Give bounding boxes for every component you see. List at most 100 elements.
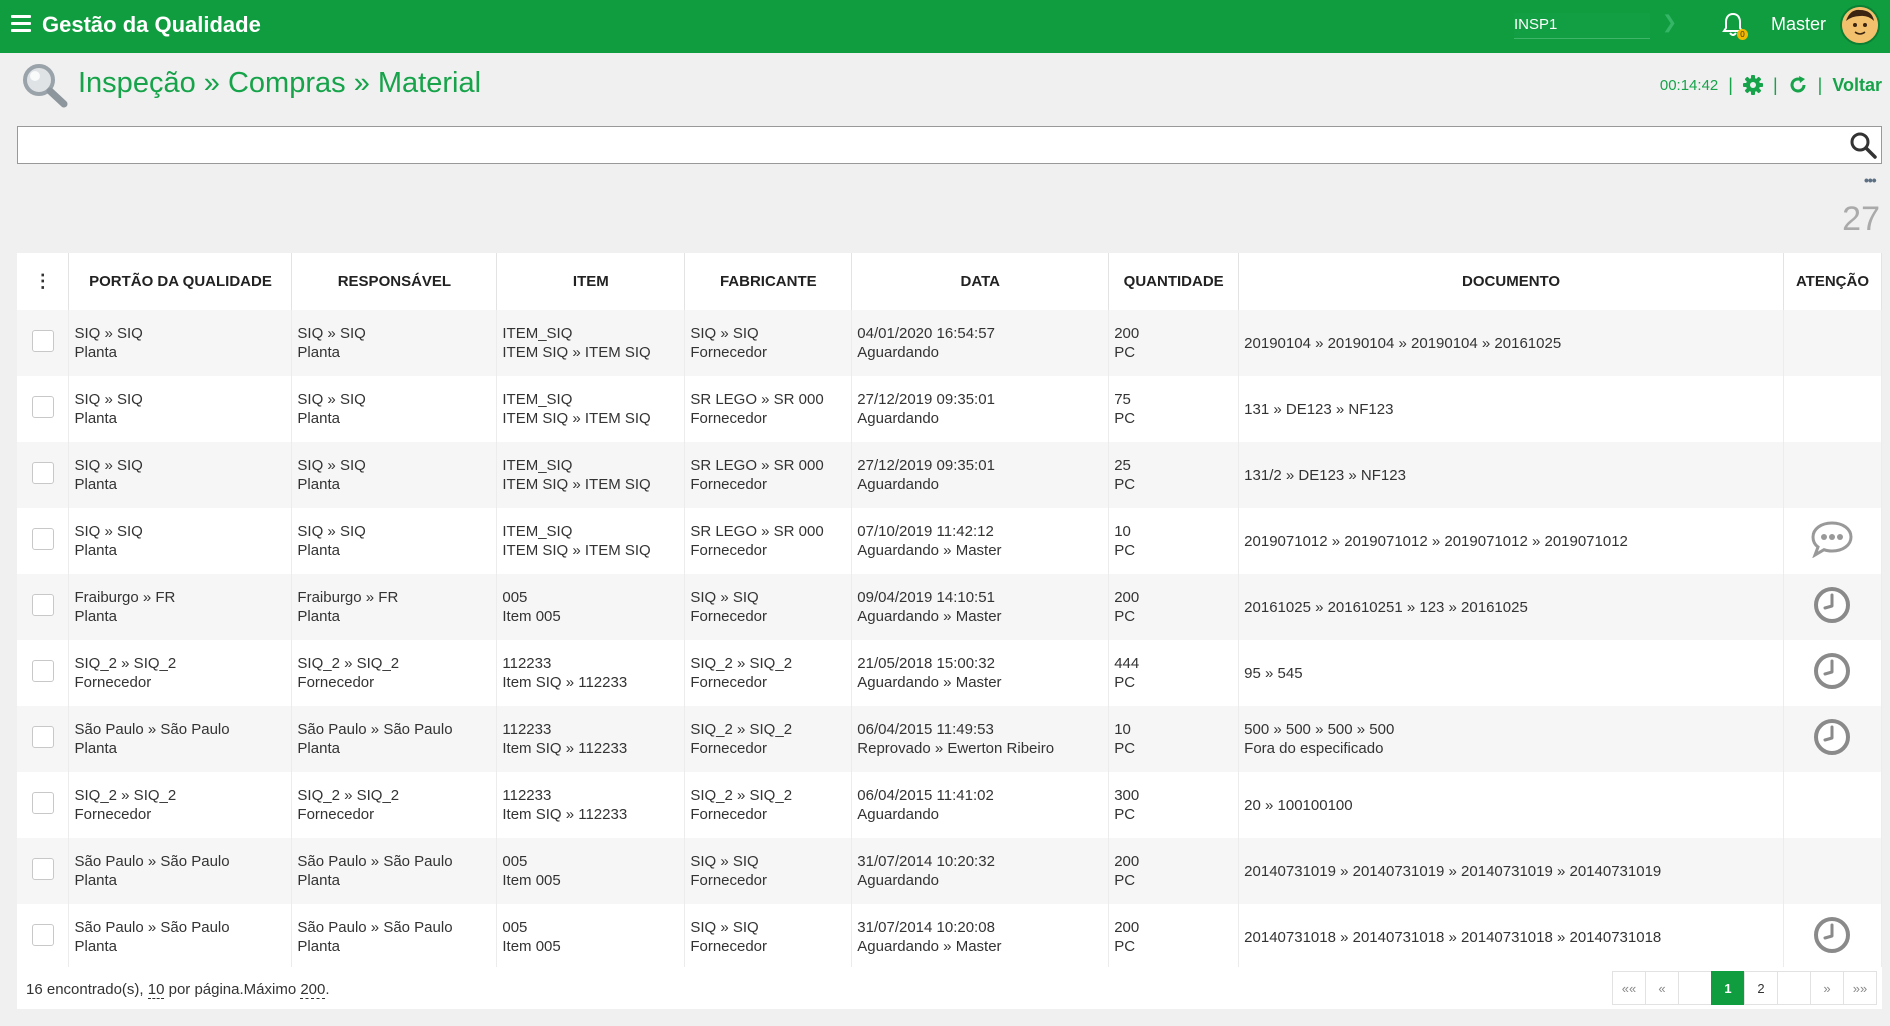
cell-data-line: 27/12/2019 09:35:01 xyxy=(857,391,995,408)
max-results-selector[interactable]: 200 xyxy=(300,981,326,999)
cell-data-line: Aguardando xyxy=(857,476,940,493)
cell-portao-line: Fornecedor xyxy=(74,806,152,823)
cell-portao-line: Planta xyxy=(74,476,118,493)
cell-quantidade-line: PC xyxy=(1114,476,1136,493)
column-menu-icon[interactable]: ⋮ xyxy=(17,253,70,310)
breadcrumb-item-inspecao[interactable]: Inspeção xyxy=(78,67,196,99)
notification-bell-icon[interactable]: 0 xyxy=(1722,12,1748,40)
cell-portao: SIQ_2 » SIQ_2 Fornecedor xyxy=(68,640,293,706)
clock-icon[interactable] xyxy=(1813,652,1851,694)
table-row[interactable]: SIQ » SIQ Planta SIQ » SIQ Planta ITEM_SIQ IT… xyxy=(17,376,1883,442)
row-checkbox[interactable] xyxy=(31,329,54,352)
row-checkbox[interactable] xyxy=(31,923,54,946)
column-header-item[interactable]: ITEM xyxy=(496,253,686,310)
cell-portao-line: SIQ » SIQ xyxy=(74,523,143,540)
chevron-right-icon[interactable]: ❯ xyxy=(1662,12,1677,33)
column-header-portao[interactable]: PORTÃO DA QUALIDADE xyxy=(68,253,293,310)
cell-portao: São Paulo » São Paulo Planta xyxy=(68,706,293,772)
cell-documento-line: 2019071012 » 2019071012 » 2019071012 » 2… xyxy=(1244,532,1628,550)
row-checkbox[interactable] xyxy=(31,461,54,484)
cell-data: 06/04/2015 11:41:02 Aguardando xyxy=(851,772,1110,838)
page-1-button[interactable]: 1 xyxy=(1711,971,1745,1005)
row-select-cell xyxy=(17,640,70,706)
chat-icon[interactable] xyxy=(1810,520,1854,562)
more-options-icon[interactable]: ••• xyxy=(1864,172,1877,188)
breadcrumb-item-compras[interactable]: Compras xyxy=(228,67,346,99)
avatar[interactable] xyxy=(1840,5,1880,45)
cell-data: 27/12/2019 09:35:01 Aguardando xyxy=(851,376,1110,442)
clock-icon[interactable] xyxy=(1813,916,1851,958)
clock-icon[interactable] xyxy=(1813,586,1851,628)
hamburger-menu-icon[interactable] xyxy=(11,15,31,35)
clock-icon[interactable] xyxy=(1813,718,1851,760)
cell-fabricante-line: Fornecedor xyxy=(690,542,768,559)
page-next-button[interactable]: » xyxy=(1810,971,1844,1005)
cell-quantidade: 200 PC xyxy=(1108,904,1240,970)
cell-portao: SIQ » SIQ Planta xyxy=(68,376,293,442)
cell-portao: SIQ_2 » SIQ_2 Fornecedor xyxy=(68,772,293,838)
cell-responsavel-line: Planta xyxy=(297,872,340,889)
cell-item-line: 112233 xyxy=(502,721,552,738)
table-row[interactable]: São Paulo » São Paulo Planta São Paulo » S… xyxy=(17,838,1883,904)
per-page-selector[interactable]: 10 xyxy=(147,981,165,999)
column-header-responsavel[interactable]: RESPONSÁVEL xyxy=(291,253,498,310)
row-select-cell xyxy=(17,772,70,838)
table-row[interactable]: Fraiburgo » FR Planta Fraiburgo » FR Planta… xyxy=(17,574,1883,640)
cell-responsavel-line: SIQ_2 » SIQ_2 xyxy=(297,787,400,804)
table-row[interactable]: SIQ » SIQ Planta SIQ » SIQ Planta ITEM_SIQ IT… xyxy=(17,508,1883,574)
row-checkbox[interactable] xyxy=(31,527,54,550)
row-checkbox[interactable] xyxy=(31,791,54,814)
column-header-quantidade[interactable]: QUANTIDADE xyxy=(1108,253,1240,310)
cell-portao-line: SIQ_2 » SIQ_2 xyxy=(74,787,177,804)
cell-responsavel-line: Planta xyxy=(297,476,340,493)
header-tools: 00:14:42 | | | Voltar xyxy=(1660,73,1882,97)
cell-portao-line: Fornecedor xyxy=(74,674,152,691)
page-last-button[interactable]: »» xyxy=(1843,971,1877,1005)
back-link[interactable]: Voltar xyxy=(1832,75,1882,96)
cell-item-line: ITEM_SIQ xyxy=(502,391,573,408)
row-checkbox[interactable] xyxy=(31,659,54,682)
cell-data-line: Aguardando xyxy=(857,410,940,427)
row-checkbox[interactable] xyxy=(31,593,54,616)
pagination: «« « 1 2 » »» xyxy=(1612,971,1877,1005)
search-icon[interactable] xyxy=(1849,131,1877,159)
cell-item-line: Item 005 xyxy=(502,872,561,889)
table-row[interactable]: SIQ » SIQ Planta SIQ » SIQ Planta ITEM_SIQ IT… xyxy=(17,442,1883,508)
page-2-button[interactable]: 2 xyxy=(1744,971,1778,1005)
cell-item-line: ITEM SIQ » ITEM SIQ xyxy=(502,344,651,361)
column-header-atencao[interactable]: ATENÇÃO xyxy=(1783,253,1883,310)
cell-documento-line: 95 » 545 xyxy=(1244,664,1303,682)
cell-atencao xyxy=(1783,904,1883,970)
table-row[interactable]: São Paulo » São Paulo Planta São Paulo » S… xyxy=(17,904,1883,970)
cell-documento-line: 500 » 500 » 500 » 500 xyxy=(1244,721,1395,738)
column-header-fabricante[interactable]: FABRICANTE xyxy=(684,253,853,310)
cell-fabricante: SR LEGO » SR 000 Fornecedor xyxy=(684,442,853,508)
gear-icon[interactable] xyxy=(1742,75,1763,95)
user-name[interactable]: Master xyxy=(1771,14,1826,35)
cell-responsavel-line: São Paulo » São Paulo xyxy=(297,919,453,936)
table-row[interactable]: São Paulo » São Paulo Planta São Paulo » S… xyxy=(17,706,1883,772)
row-select-cell xyxy=(17,376,70,442)
row-checkbox[interactable] xyxy=(31,857,54,880)
column-header-data[interactable]: DATA xyxy=(851,253,1110,310)
row-select-cell xyxy=(17,508,70,574)
page-first-button[interactable]: «« xyxy=(1612,971,1646,1005)
context-selector[interactable]: INSP1 xyxy=(1514,13,1650,39)
table-row[interactable]: SIQ_2 » SIQ_2 Fornecedor SIQ_2 » SIQ_2 Forn… xyxy=(17,772,1883,838)
row-checkbox[interactable] xyxy=(31,395,54,418)
cell-quantidade-line: 300 xyxy=(1114,787,1140,804)
row-checkbox[interactable] xyxy=(31,725,54,748)
search-input[interactable] xyxy=(18,127,1828,163)
magnifier-icon xyxy=(21,62,69,108)
cell-fabricante-line: SR LEGO » SR 000 xyxy=(690,523,824,540)
refresh-icon[interactable] xyxy=(1788,75,1808,95)
table-row[interactable]: SIQ_2 » SIQ_2 Fornecedor SIQ_2 » SIQ_2 Forn… xyxy=(17,640,1883,706)
page-prev-button[interactable]: « xyxy=(1645,971,1679,1005)
cell-fabricante-line: SR LEGO » SR 000 xyxy=(690,457,824,474)
separator: | xyxy=(1817,74,1823,95)
session-timer: 00:14:42 xyxy=(1659,76,1719,94)
column-header-documento[interactable]: DOCUMENTO xyxy=(1238,253,1784,310)
row-select-cell xyxy=(17,310,70,376)
table-row[interactable]: SIQ » SIQ Planta SIQ » SIQ Planta ITEM_SIQ IT… xyxy=(17,310,1883,376)
cell-item: ITEM_SIQ ITEM SIQ » ITEM SIQ xyxy=(496,508,686,574)
